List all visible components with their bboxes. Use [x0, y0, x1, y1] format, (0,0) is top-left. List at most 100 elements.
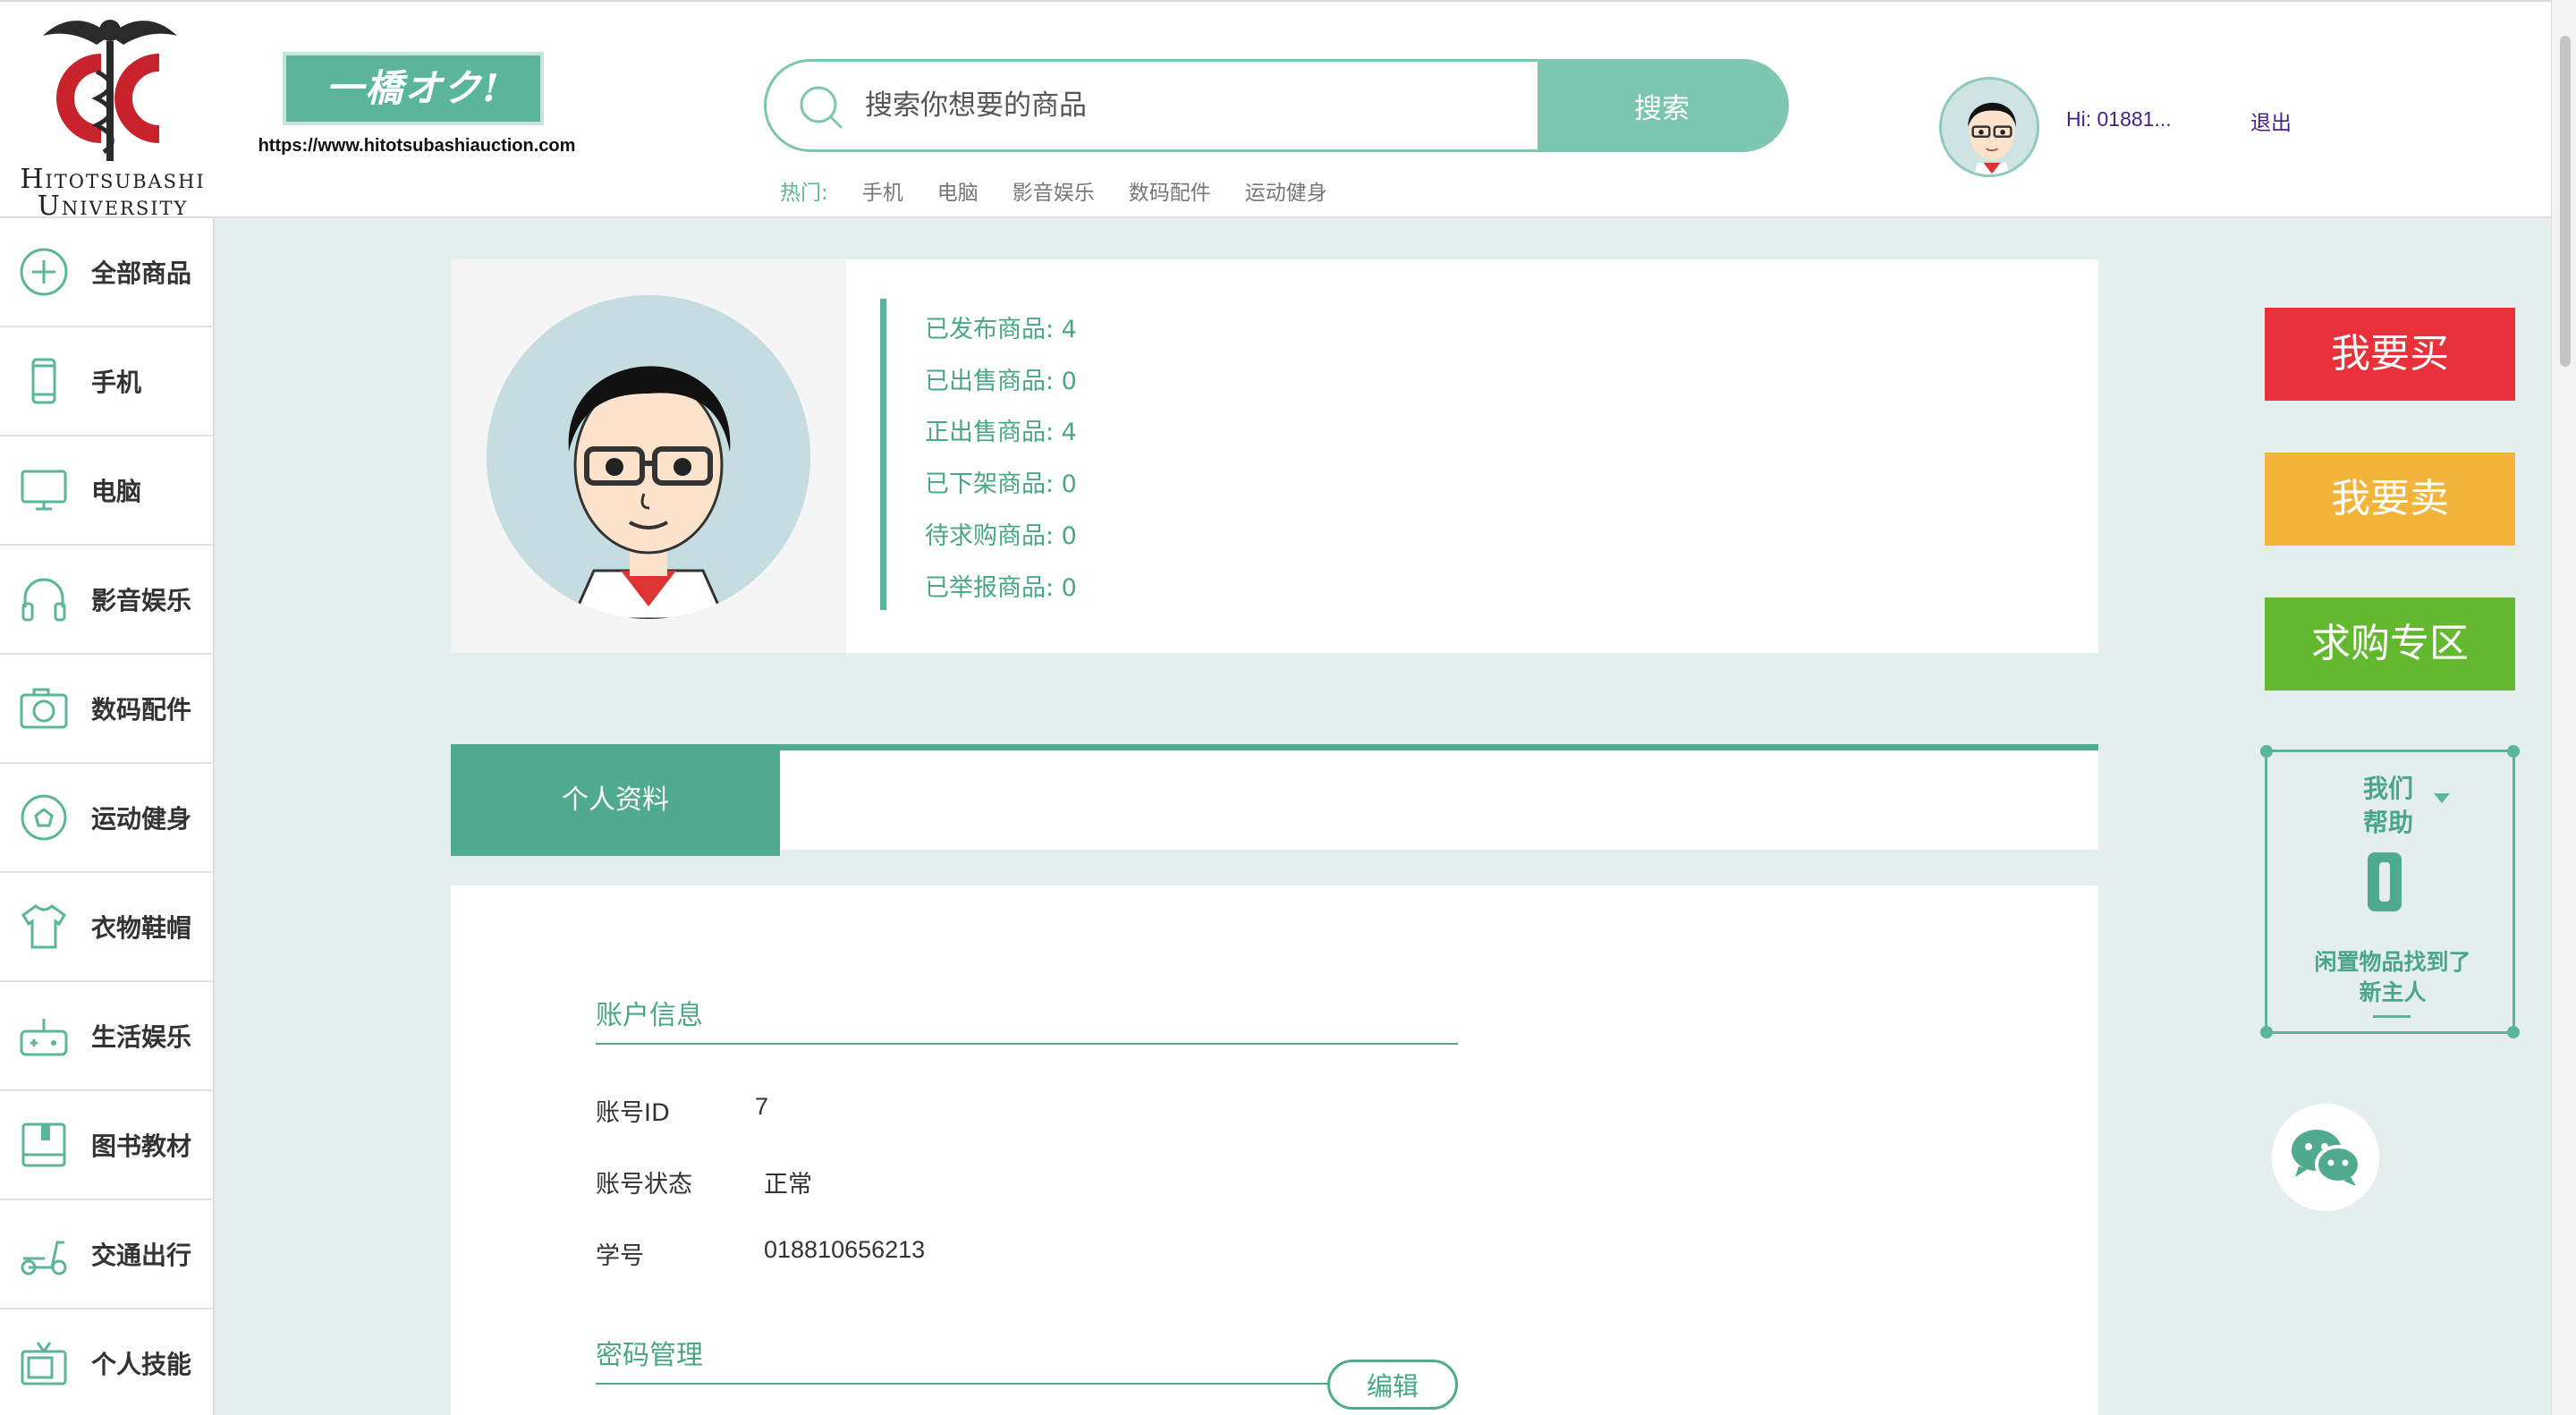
hot-link-computer[interactable]: 电脑	[937, 175, 979, 205]
help-title: 我们 帮助	[2339, 772, 2437, 840]
account-section-divider	[596, 1043, 1458, 1045]
buy-button[interactable]: 我要买	[2265, 308, 2515, 401]
profile-tab-bar: 个人资料	[451, 744, 2098, 856]
help-corner-dot	[2507, 745, 2520, 758]
sidebar-item-label: 全部商品	[91, 258, 192, 288]
wechat-icon	[2292, 1130, 2361, 1186]
top-header: Hitotsubashi University 一橋オク! https://ww…	[0, 0, 2551, 220]
account-id-value: 7	[755, 1093, 769, 1120]
help-widget[interactable]: 我们 帮助 闲置物品找到了 新主人	[2260, 745, 2520, 1038]
help-corner-dot	[2260, 745, 2273, 758]
sidebar-item-all[interactable]: 全部商品	[0, 218, 215, 327]
help-counter-digit	[2368, 852, 2402, 911]
edit-password-button[interactable]: 编辑	[1327, 1360, 1458, 1410]
help-subtitle-line: 新主人	[2359, 979, 2427, 1005]
sidebar-item-label: 电脑	[91, 477, 142, 506]
tv-icon	[21, 1342, 67, 1385]
sidebar-item-label: 运动健身	[91, 804, 192, 834]
help-subtitle-line: 闲置物品找到了	[2314, 949, 2471, 975]
user-avatar[interactable]	[1939, 77, 2039, 177]
scooter-icon	[21, 1241, 67, 1275]
shirt-icon	[21, 904, 66, 949]
sidebar-item-label: 手机	[91, 368, 142, 397]
profile-avatar-panel	[451, 259, 846, 653]
phone-icon	[31, 358, 56, 404]
sidebar-item-skills[interactable]: 个人技能	[0, 1309, 215, 1415]
help-title-line: 我们	[2362, 774, 2413, 803]
stat-removed: 已下架商品: 0	[925, 470, 1077, 498]
university-name: Hitotsubashi University	[20, 164, 206, 222]
wanted-zone-button[interactable]: 求购专区	[2265, 597, 2515, 691]
user-avatar-icon	[1942, 80, 2037, 174]
avatar-cartoon-icon	[487, 295, 810, 619]
sidebar-item-label: 图书教材	[91, 1131, 192, 1161]
sidebar-item-phone[interactable]: 手机	[0, 327, 215, 436]
site-url: https://www.hitotsubashiauction.com	[258, 136, 576, 156]
sidebar-item-sports[interactable]: 运动健身	[0, 764, 215, 873]
book-icon	[21, 1123, 66, 1167]
stat-reported: 已举报商品: 0	[925, 574, 1077, 602]
search-icon	[800, 86, 843, 129]
headphones-icon	[21, 578, 66, 622]
stat-sold: 已出售商品: 0	[925, 368, 1077, 395]
profile-card: 已发布商品: 4 已出售商品: 0 正出售商品: 4 已下架商品: 0 待求购商…	[451, 259, 2098, 653]
football-icon	[21, 794, 67, 841]
hot-label: 热门:	[780, 182, 828, 205]
category-sidebar: 全部商品 手机 电脑 影音娱乐 数码配件 运动健身 衣物鞋帽 生活娱乐 图书教材…	[0, 218, 215, 1415]
hot-links: 热门: 手机 电脑 影音娱乐 数码配件 运动健身	[780, 175, 1327, 205]
help-subtitle: 闲置物品找到了 新主人	[2294, 947, 2491, 1008]
account-info-card: 账户信息 账号ID 7 账号状态 正常 学号 018810656213 密码管理…	[451, 885, 2098, 1415]
account-section-title: 账户信息	[596, 1000, 703, 1031]
hot-link-sports[interactable]: 运动健身	[1245, 175, 1327, 205]
hot-link-accessories[interactable]: 数码配件	[1129, 175, 1211, 205]
account-id-label: 账号ID	[596, 1099, 670, 1127]
sidebar-item-label: 影音娱乐	[91, 586, 192, 615]
plus-circle-icon	[20, 248, 68, 296]
sidebar-item-media[interactable]: 影音娱乐	[0, 546, 215, 655]
password-section-divider	[596, 1383, 1329, 1385]
student-id-label: 学号	[596, 1242, 644, 1270]
sidebar-item-clothing[interactable]: 衣物鞋帽	[0, 873, 215, 982]
sidebar-item-books[interactable]: 图书教材	[0, 1091, 215, 1200]
camera-icon	[20, 688, 68, 729]
password-section-title: 密码管理	[596, 1340, 703, 1371]
sidebar-item-accessories[interactable]: 数码配件	[0, 655, 215, 764]
wechat-button[interactable]	[2272, 1104, 2379, 1211]
search-input[interactable]	[865, 62, 1402, 149]
sidebar-item-label: 衣物鞋帽	[91, 913, 192, 943]
gamepad-icon	[20, 1019, 68, 1056]
help-corner-dot	[2260, 1026, 2273, 1038]
hot-link-media[interactable]: 影音娱乐	[1013, 175, 1095, 205]
logout-link[interactable]: 退出	[2250, 106, 2292, 136]
student-id-value: 018810656213	[764, 1236, 926, 1263]
stat-on-sale: 正出售商品: 4	[925, 419, 1077, 446]
help-title-line: 帮助	[2362, 808, 2413, 837]
sidebar-item-computer[interactable]: 电脑	[0, 436, 215, 546]
monitor-icon	[21, 470, 67, 511]
help-underline	[2373, 1015, 2411, 1018]
sidebar-item-label: 个人技能	[91, 1350, 192, 1379]
profile-avatar[interactable]	[487, 295, 810, 619]
scrollbar-thumb[interactable]	[2560, 36, 2571, 367]
site-logo-badge[interactable]: 一橋オク!	[283, 52, 544, 125]
sidebar-item-transport[interactable]: 交通出行	[0, 1200, 215, 1309]
account-status-value: 正常	[764, 1171, 812, 1198]
sidebar-item-label: 数码配件	[91, 695, 192, 724]
help-corner-dot	[2507, 1026, 2520, 1038]
stats-accent-bar	[880, 299, 886, 610]
stat-wanted: 待求购商品: 0	[925, 522, 1077, 550]
sidebar-item-life[interactable]: 生活娱乐	[0, 982, 215, 1091]
search-bar: 搜索	[764, 59, 1789, 152]
sidebar-item-label: 生活娱乐	[91, 1022, 192, 1052]
tab-personal-info[interactable]: 个人资料	[451, 744, 780, 856]
hot-link-phone[interactable]: 手机	[862, 175, 903, 205]
dropdown-arrow-icon[interactable]	[2434, 793, 2450, 803]
university-logo[interactable]: Hitotsubashi University	[5, 7, 213, 220]
account-status-label: 账号状态	[596, 1171, 692, 1199]
user-greeting[interactable]: Hi: 01881...	[2066, 107, 2172, 131]
sidebar-item-label: 交通出行	[91, 1241, 192, 1270]
search-button[interactable]: 搜索	[1538, 62, 1786, 149]
sell-button[interactable]: 我要卖	[2265, 453, 2515, 546]
university-crest-icon	[43, 20, 177, 161]
stat-published: 已发布商品: 4	[925, 316, 1077, 343]
